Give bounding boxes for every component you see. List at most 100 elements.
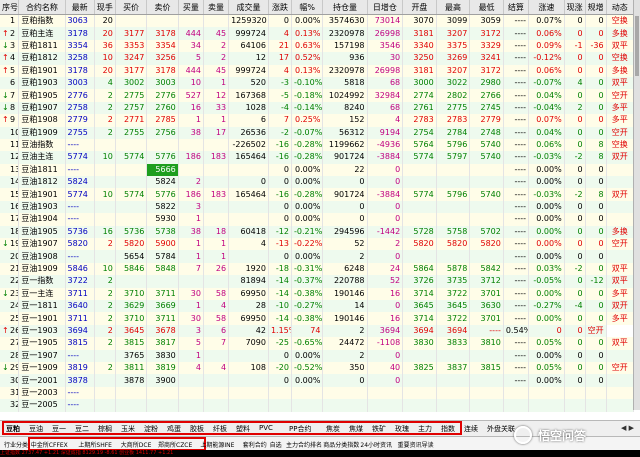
column-header[interactable]: 最高 [436, 0, 471, 15]
tab-7[interactable]: 鸡蛋 [167, 424, 181, 434]
quote-row[interactable]: 13豆油1811 ---- 5666 0 0.00% 22 0 ---- 0.00% 0 0 [0, 163, 635, 177]
column-header[interactable]: 买价 [115, 0, 148, 15]
quote-row[interactable]: 1 豆粕指数 3063 20 1259320 0 0.00% 3574630 73014 3070… [0, 14, 635, 28]
vertical-scrollbar[interactable] [633, 0, 640, 410]
column-header[interactable]: 动态 [606, 0, 635, 15]
column-header[interactable]: 现手 [94, 0, 116, 15]
column-header[interactable]: 规增 [585, 0, 607, 15]
quote-row[interactable]: ↑4 豆粕1812 3258 10 3247 3256 5 2 12 17 0.52% 936 30 32… [0, 52, 635, 65]
cell-text: 3765 [123, 350, 145, 360]
column-header[interactable]: 结算 [503, 0, 530, 15]
cell-text: -0.18% [294, 90, 323, 100]
quote-row[interactable]: ↓8 豆粕1907 2758 2 2757 2760 16 33 1028 -4 -0.14% 824… [0, 101, 635, 115]
exchange-tab-1[interactable]: 中金所CFFEX [31, 440, 68, 449]
exchange-tab-8[interactable]: 主力合约排名 [286, 440, 322, 449]
quote-row[interactable]: ↑9 豆粕1908 2779 2 2771 2785 1 1 6 7 0.25% 152 4 2783 27… [0, 114, 635, 127]
quote-row[interactable]: 11豆油指数 ---- -226502 -16 -0.28% 1199662 -4936 57… [0, 138, 635, 152]
tab-8[interactable]: 胶板 [190, 424, 204, 434]
tab-3[interactable]: 豆二 [75, 424, 89, 434]
tab-17[interactable]: 主力 [418, 424, 432, 434]
quote-row[interactable]: ↓29豆一1909 3819 2 3811 3819 4 4 108 -20 -0.52% 350 4… [0, 361, 635, 375]
tab-16[interactable]: 玫瑰 [395, 424, 409, 434]
quote-row[interactable]: ↓3 豆粕1811 3354 36 3353 3354 34 2 64106 21 0.63% 157… [0, 39, 635, 53]
column-header[interactable]: 现涨 [564, 0, 586, 15]
column-header[interactable]: 序号 [0, 0, 20, 15]
exchange-tab-0[interactable]: 行业分类 [4, 440, 28, 449]
column-header[interactable]: 持仓量 [322, 0, 368, 15]
quote-row[interactable]: 6 豆粕1903 3003 4 3002 3003 10 1 520 -3 -0.10% 5818 68… [0, 76, 635, 90]
tab-5[interactable]: 玉米 [121, 424, 135, 434]
tab-4[interactable]: 棕榈 [98, 424, 112, 434]
tab-6[interactable]: 淀粉 [144, 424, 158, 434]
cell-text: 0 [577, 325, 583, 335]
tab-20[interactable]: 外盘关联 [487, 424, 515, 434]
quote-row[interactable]: ↓7 豆粕1905 2776 2 2775 2776 527 12 167368 -5 -0.18%… [0, 89, 635, 102]
exchange-tab-4[interactable]: 郑商所CZCE [158, 440, 192, 449]
tab-0[interactable]: 豆粕 [6, 424, 20, 434]
quote-row[interactable]: 24豆一181136402362936691428-10-0.27%140364… [0, 299, 635, 313]
quote-row[interactable]: ↑2 豆粕主连 3178 20 3177 3178 444 45 999724 4 0.13% 232… [0, 27, 635, 40]
quote-row[interactable]: 15豆油1901 5774 10 5774 5776 186 183 165464 -16 -0.… [0, 188, 635, 201]
column-header[interactable]: 最新 [65, 0, 95, 15]
tab-15[interactable]: 铁矿 [372, 424, 386, 434]
scrollbar-thumb[interactable] [635, 16, 639, 76]
quote-row[interactable]: 10豆粕1909 2755 2 2755 2756 38 17 26536 -2 -0.07% 56… [0, 126, 635, 139]
exchange-tab-7[interactable]: 自选 [270, 440, 282, 449]
column-header[interactable]: 开盘 [402, 0, 437, 15]
tab-14[interactable]: 焦煤 [349, 424, 363, 434]
quote-row[interactable]: ↓23豆一主连 3711 2 3710 3711 30 58 69950 -14 -0.38% 19… [0, 287, 635, 300]
column-header[interactable]: 日增仓 [367, 0, 404, 15]
quote-cell: 3645 [115, 324, 148, 338]
tab-12[interactable]: PP合约 [289, 424, 311, 434]
exchange-tab-5[interactable]: 上期能源INE [200, 440, 234, 449]
column-header[interactable]: 成交量 [228, 0, 269, 15]
column-header[interactable]: 卖量 [203, 0, 230, 15]
exchange-tab-6[interactable]: 套利合约 [243, 440, 267, 449]
quote-row[interactable]: ↑26豆一1903 3694 2 3645 3678 3 6 42 1.15% 74 2 3694 36… [0, 324, 634, 338]
tab-1[interactable]: 豆油 [29, 424, 43, 434]
quote-cell: 26536 [228, 126, 269, 139]
quote-row[interactable]: 31豆一2003 ---- [0, 386, 635, 400]
cell-text: 3712 [480, 276, 501, 286]
quote-row[interactable]: 16豆油1903 ---- 5822 3 0 0.00% 0 0 ---- 0.00% 0 0 [0, 200, 635, 214]
quote-cell [585, 386, 607, 400]
row-index: 18 [0, 225, 20, 239]
quote-cell: 8 [585, 138, 607, 152]
tab-18[interactable]: 指数 [441, 424, 455, 434]
quote-row[interactable]: ↑5 豆粕1901 3178 20 3177 3178 444 45 999724 4 0.13% 2… [0, 64, 635, 77]
exchange-tab-2[interactable]: 上期所SHFE [78, 440, 112, 449]
quote-row[interactable]: 12豆油主连 5774 10 5774 5776 186 183 165464 -16 -0.28… [0, 151, 635, 164]
quote-row[interactable]: 22豆一指数 3722 2 81894 -14 -0.37% 220788 52 3726 373… [0, 275, 635, 288]
exchange-tab-10[interactable]: 24小时资讯 [360, 440, 392, 449]
exchange-tab-3[interactable]: 大商所DCE [121, 440, 152, 449]
column-header[interactable]: 涨速 [528, 0, 565, 15]
tab-13[interactable]: 焦炭 [326, 424, 340, 434]
quote-row[interactable]: 30豆一2001 3878 3878 3900 0 0.00% 0 0 ---- 0.00% 0 0 [0, 374, 635, 387]
quote-row[interactable]: 25豆一1901 3711 2 3710 3711 30 58 69950 -14 -0.38% 1… [0, 312, 635, 325]
exchange-tab-9[interactable]: 商品分类指数 [323, 440, 359, 449]
quote-row[interactable]: ↓19豆油1907 5820 2 5820 5900 1 1 4 -13 -0.22% 52 2 582… [0, 238, 635, 251]
quote-row[interactable]: 18豆油190557361657365738381860418-12-0.21%… [0, 225, 635, 239]
quote-row[interactable]: 17豆油1904 ---- 5930 1 0 0.00% 0 0 ---- 0.00% 0 0 [0, 213, 635, 226]
quote-row[interactable]: 28豆一1907 ---- 3765 3830 1 0 0.00% 2 0 ---- 0.00% 0 0 [0, 349, 635, 362]
column-header[interactable]: 幅% [291, 0, 324, 15]
column-header[interactable]: 合约名称 [18, 0, 66, 15]
quote-row[interactable]: 32豆一2005 ---- [0, 399, 635, 412]
tab-9[interactable]: 纤板 [213, 424, 227, 434]
quote-row[interactable]: 21豆油1909 5846 10 5846 5848 7 26 1920 -18 -0.31% 62… [0, 262, 635, 276]
column-header[interactable]: 最低 [469, 0, 504, 15]
quote-cell: 30 [367, 52, 404, 65]
column-header[interactable]: 买量 [178, 0, 204, 15]
cell-text: 3714 [413, 313, 434, 323]
column-header[interactable]: 卖价 [146, 0, 179, 15]
quote-row[interactable]: 20豆油1908----565457841100.00%20----0.00%0… [0, 250, 635, 263]
tab-10[interactable]: 塑料 [236, 424, 250, 434]
tab-2[interactable]: 豆一 [52, 424, 66, 434]
exchange-tab-11[interactable]: 重要资讯导读 [398, 440, 434, 449]
column-header[interactable]: 涨跌 [268, 0, 293, 15]
quote-row[interactable]: 14豆油1812 5824 5824 2 0 0 0.00% 0 0 ---- 0.00% 0 0 [0, 176, 635, 189]
quote-cell: 5797 [436, 151, 471, 164]
tab-19[interactable]: 连续 [464, 424, 478, 434]
quote-row[interactable]: 27豆一1905 3815 2 3815 3817 5 7 7090 -25 -0.65% 2447… [0, 337, 635, 350]
tab-11[interactable]: PVC [259, 424, 273, 432]
